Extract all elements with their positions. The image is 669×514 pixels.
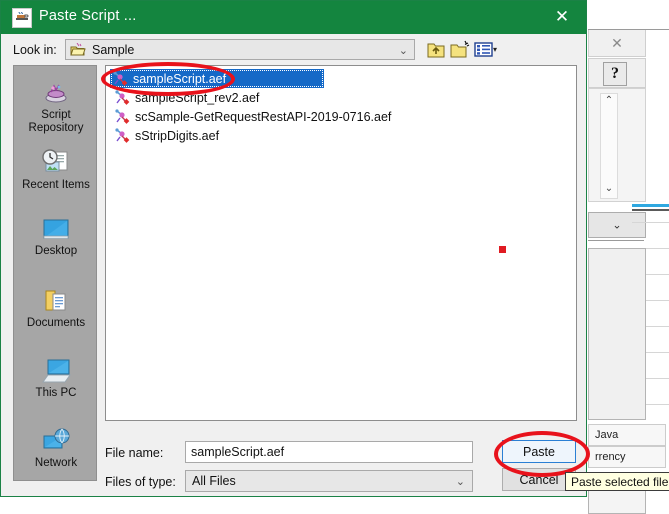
chevron-down-icon: ▾ <box>493 45 498 54</box>
places-sidebar: Script Repository Recent Items Desktop D… <box>13 65 97 481</box>
chevron-down-icon: ⌄ <box>612 219 622 232</box>
bg-dropdown[interactable]: ⌄ <box>588 212 646 238</box>
bg-side-panel <box>588 248 646 420</box>
documents-folder-icon <box>45 290 66 311</box>
file-name-input[interactable] <box>185 441 473 463</box>
script-repository-icon <box>45 84 67 103</box>
sidebar-item-label: This PC <box>35 387 77 399</box>
dialog-title: Paste Script ... <box>39 8 137 24</box>
list-item[interactable]: scSample-GetRequestRestAPI-2019-0716.aef <box>110 107 576 126</box>
chevron-down-icon[interactable]: ⌄ <box>601 184 617 194</box>
sidebar-item-script-repository[interactable]: Script Repository <box>14 80 98 135</box>
this-pc-icon <box>42 359 71 383</box>
bg-accent-line <box>632 204 669 207</box>
chevron-down-icon: ⌄ <box>455 476 465 488</box>
file-name-label: scSample-GetRequestRestAPI-2019-0716.aef <box>135 109 392 124</box>
file-list[interactable]: sampleScript.aef sampleScript_rev2.aef s… <box>105 65 577 421</box>
bg-divider <box>588 240 644 241</box>
view-menu-button[interactable]: ▾ <box>473 39 498 60</box>
paste-script-dialog: Paste Script ... ✕ Look in: Sample ⌄ ▾ S… <box>0 0 587 497</box>
up-folder-icon <box>427 43 445 58</box>
sidebar-item-label: Network <box>34 457 78 469</box>
create-new-folder-button[interactable] <box>449 39 471 60</box>
question-mark-icon: ? <box>603 62 627 86</box>
sidebar-item-label: Desktop <box>34 245 78 257</box>
bg-help-button[interactable]: ? <box>588 58 646 88</box>
paste-button-tooltip: Paste selected file <box>565 472 669 491</box>
close-icon: ✕ <box>611 35 623 51</box>
annotation-ellipse-paste-button <box>494 431 590 477</box>
recent-items-icon <box>42 149 68 172</box>
open-folder-icon <box>70 43 86 56</box>
sidebar-item-network[interactable]: Network <box>14 428 98 470</box>
bg-row-label: Java <box>595 429 619 441</box>
sidebar-item-label: Recent Items <box>22 179 90 191</box>
sidebar-item-label: Script <box>41 109 71 121</box>
aef-script-file-icon <box>115 128 130 143</box>
sidebar-item-desktop[interactable]: Desktop <box>14 218 98 258</box>
bg-list-separator <box>632 222 669 223</box>
up-one-level-button[interactable] <box>425 39 447 60</box>
desktop-icon <box>43 219 69 239</box>
file-name-label: sStripDigits.aef <box>135 128 220 143</box>
bg-row-java[interactable]: Java <box>588 424 666 446</box>
sidebar-item-this-pc[interactable]: This PC <box>14 358 98 400</box>
aef-script-file-icon <box>115 109 130 124</box>
bg-row-label: rrency <box>595 451 626 463</box>
dialog-title-bar: Paste Script ... ✕ <box>1 1 586 34</box>
list-item[interactable]: sStripDigits.aef <box>110 126 576 145</box>
files-of-type-combobox[interactable]: All Files ⌄ <box>185 470 473 492</box>
bg-row-currency[interactable]: rrency <box>588 446 666 468</box>
bg-scroll-panel: ⌃ ⌄ <box>588 88 646 202</box>
java-cup-icon <box>12 8 32 28</box>
bg-vertical-scrollbar[interactable]: ⌃ ⌄ <box>600 93 618 199</box>
network-icon <box>43 428 70 449</box>
look-in-combobox[interactable]: Sample ⌄ <box>65 39 415 60</box>
sidebar-item-documents[interactable]: Documents <box>14 288 98 330</box>
chevron-up-icon[interactable]: ⌃ <box>601 96 617 106</box>
file-name-label-static: File name: <box>105 446 164 460</box>
sidebar-item-label: Documents <box>26 317 86 329</box>
files-of-type-value: All Files <box>192 474 236 488</box>
annotation-ellipse-selected-file <box>101 62 235 96</box>
sidebar-item-label-2: Repository <box>28 122 84 134</box>
bg-header-line <box>632 209 669 211</box>
look-in-label: Look in: <box>13 43 57 57</box>
cursor-position-marker <box>499 246 506 253</box>
files-of-type-label: Files of type: <box>105 475 176 489</box>
bg-window-close-button[interactable]: ✕ <box>588 30 646 57</box>
new-folder-icon <box>450 40 470 58</box>
look-in-value: Sample <box>92 43 135 57</box>
list-view-icon <box>474 42 493 57</box>
sidebar-item-recent-items[interactable]: Recent Items <box>14 148 98 192</box>
chevron-down-icon: ⌄ <box>398 45 408 57</box>
close-icon[interactable]: ✕ <box>548 6 576 28</box>
